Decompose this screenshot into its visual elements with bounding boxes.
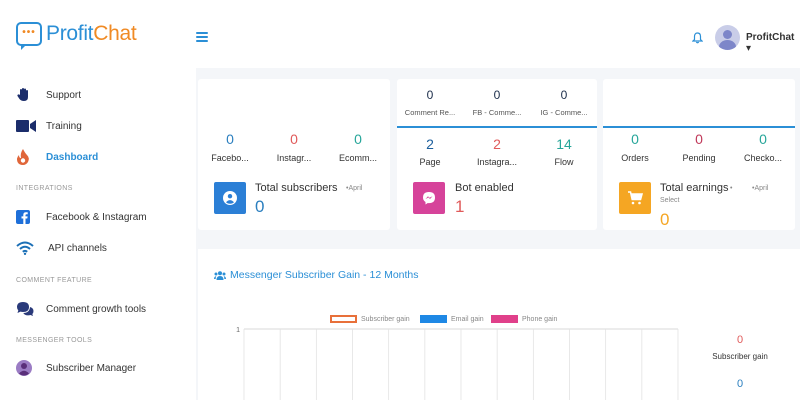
- x-gridlines: [243, 329, 679, 400]
- sidebar-item-label: API channels: [48, 242, 107, 254]
- section-title-messenger-tools: MESSENGER TOOLS: [16, 337, 93, 344]
- sidebar-item-label: Training: [46, 120, 82, 132]
- sidebar-item-label: Dashboard: [46, 151, 99, 163]
- users-icon: [214, 270, 226, 280]
- total-subscribers-title: Total subscribers: [255, 182, 338, 194]
- user-menu[interactable]: ProfitChat ▾: [746, 32, 800, 54]
- sidebar-item-label: Subscriber Manager: [46, 362, 137, 374]
- shopping-cart-icon: [619, 182, 651, 214]
- earnings-select-dropdown[interactable]: Select: [660, 197, 679, 204]
- messenger-icon: [413, 182, 445, 214]
- checkout-count: 0: [759, 131, 767, 147]
- chart-title-text: Messenger Subscriber Gain - 12 Months: [230, 269, 419, 281]
- hand-icon: [16, 86, 38, 104]
- y-tick-label: 1: [236, 327, 240, 334]
- flow-count: 14: [556, 136, 572, 152]
- earnings-card-divider: [603, 126, 795, 128]
- instagram-subscriber-label: Instagr...: [276, 153, 312, 163]
- sidebar-item-dashboard[interactable]: Dashboard: [16, 148, 98, 166]
- facebook-subscriber-count: 0: [226, 131, 234, 147]
- top-header: ••• ProfitChat ProfitChat ▾: [0, 0, 800, 68]
- bot-enabled-value: 1: [455, 197, 465, 216]
- flow-label: Flow: [554, 157, 574, 167]
- sidebar-item-label: Facebook & Instagram: [46, 211, 147, 223]
- brand-logo[interactable]: ••• ProfitChat: [16, 22, 137, 50]
- comment-reply-label: Comment Re...: [404, 108, 456, 117]
- instagram-subscriber-count: 0: [290, 131, 298, 147]
- pending-count: 0: [695, 131, 703, 147]
- user-circle-icon: [16, 359, 38, 377]
- facebook-icon: [16, 208, 38, 226]
- sidebar-item-label: Support: [46, 89, 82, 101]
- fire-icon: [16, 148, 38, 166]
- comment-reply-count: 0: [426, 88, 434, 102]
- video-camera-icon: [16, 117, 38, 135]
- page-bot-count: 2: [426, 136, 434, 152]
- subscriber-gain-line-chart: 1: [236, 327, 679, 400]
- wifi-icon: [16, 239, 38, 257]
- ig-comment-count: 0: [560, 88, 568, 102]
- user-icon: [214, 182, 246, 214]
- brand-name: ProfitChat: [46, 22, 137, 46]
- orders-count: 0: [631, 131, 639, 147]
- page-bot-label: Page: [419, 157, 441, 167]
- avatar[interactable]: [715, 25, 740, 50]
- fb-comment-count: 0: [493, 88, 501, 102]
- chat-bubbles-icon: [16, 300, 38, 318]
- sidebar-item-support[interactable]: Support: [16, 86, 81, 104]
- brand-name-part1: Profit: [46, 22, 94, 45]
- instagram-bot-label: Instagra...: [476, 157, 518, 167]
- bot-enabled-title: Bot enabled: [455, 182, 514, 194]
- ig-comment-label: IG - Comme...: [540, 108, 588, 117]
- brand-name-part2: Chat: [93, 22, 137, 45]
- total-subscribers-value: 0: [255, 197, 265, 216]
- section-title-integrations: INTEGRATIONS: [16, 185, 73, 192]
- sidebar-item-facebook-instagram[interactable]: Facebook & Instagram: [16, 208, 147, 226]
- pending-label: Pending: [682, 153, 716, 163]
- bell-icon[interactable]: [691, 31, 704, 49]
- chart-title: Messenger Subscriber Gain - 12 Months: [214, 269, 419, 281]
- subscriber-gain-total: 0: [736, 334, 744, 346]
- sidebar-item-api-channels[interactable]: API channels: [16, 239, 107, 257]
- sidebar-item-comment-growth-tools[interactable]: Comment growth tools: [16, 300, 146, 318]
- subscribers-period-filter[interactable]: •April: [346, 185, 362, 192]
- logo-dots: •••: [22, 26, 36, 38]
- facebook-subscriber-label: Facebo...: [211, 153, 249, 163]
- bots-card-divider: [397, 126, 597, 128]
- subscriber-gain-total-label: Subscriber gain: [712, 352, 768, 361]
- total-earnings-title: Total earnings: [660, 182, 729, 194]
- email-gain-total: 0: [736, 378, 744, 390]
- total-earnings-value: 0: [660, 210, 670, 229]
- instagram-bot-count: 2: [493, 136, 501, 152]
- checkout-label: Checko...: [743, 153, 783, 163]
- menu-toggle-icon[interactable]: [196, 32, 208, 44]
- section-title-comment-feature: COMMENT FEATURE: [16, 277, 93, 284]
- sidebar-item-subscriber-manager[interactable]: Subscriber Manager: [16, 359, 136, 377]
- orders-label: Orders: [621, 153, 649, 163]
- sidebar-item-training[interactable]: Training: [16, 117, 82, 135]
- earnings-period-filter[interactable]: •April: [752, 185, 768, 192]
- sidebar-item-label: Comment growth tools: [46, 303, 147, 315]
- ecommerce-subscriber-count: 0: [354, 131, 362, 147]
- earnings-title-dot: •: [730, 185, 733, 192]
- fb-comment-label: FB - Comme...: [472, 108, 522, 117]
- chat-logo-icon: •••: [16, 22, 42, 50]
- ecommerce-subscriber-label: Ecomm...: [338, 153, 377, 163]
